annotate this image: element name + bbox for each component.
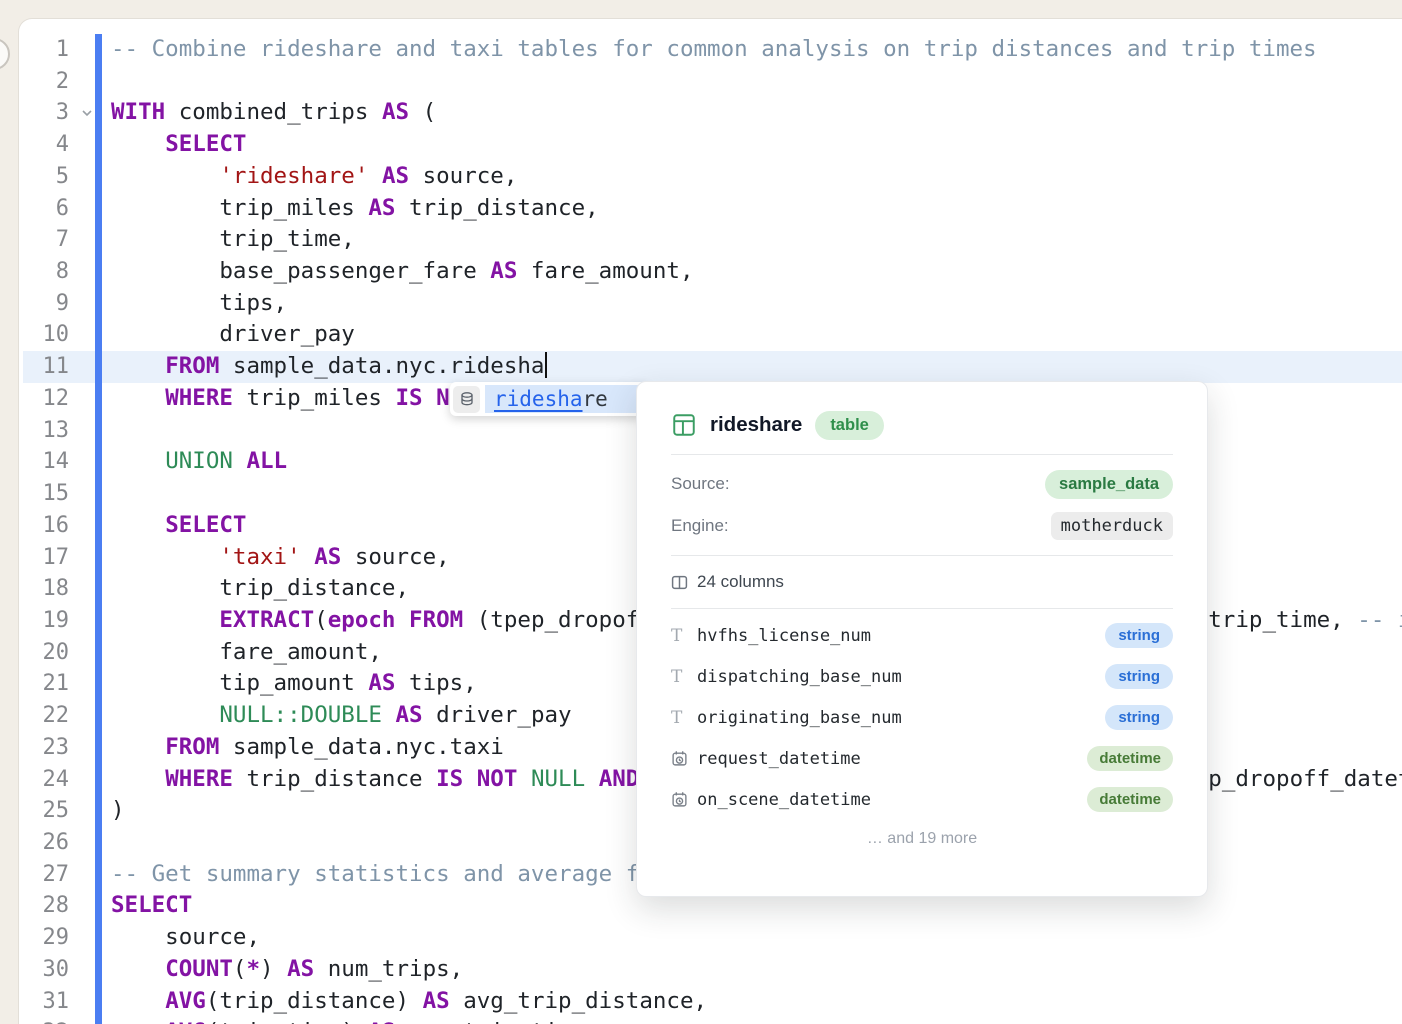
line-number: 8 <box>19 256 69 288</box>
column-type-badge: datetime <box>1087 787 1173 812</box>
code-line[interactable]: -- Combine rideshare and taxi tables for… <box>111 34 1402 66</box>
text-type-icon: T <box>671 626 682 646</box>
source-row: Source: sample_data <box>671 463 1173 505</box>
line-number: 7 <box>19 224 69 256</box>
column-name: request_datetime <box>697 749 1087 769</box>
source-badge: sample_data <box>1045 470 1173 499</box>
column-row: request_datetimedatetime <box>671 738 1173 779</box>
code-line[interactable]: tips, <box>111 288 1402 320</box>
line-number: 27 <box>19 859 69 891</box>
text-type-icon: T <box>671 708 682 728</box>
autocomplete-dropdown: rideshare <box>450 382 648 416</box>
line-number: 23 <box>19 732 69 764</box>
code-line[interactable]: 'rideshare' AS source, <box>111 161 1402 193</box>
line-number: 13 <box>19 415 69 447</box>
line-number: 1 <box>19 34 69 66</box>
columns-icon <box>671 574 688 591</box>
table-info-card: rideshare table Source: sample_data Engi… <box>636 381 1208 897</box>
line-number: 21 <box>19 668 69 700</box>
line-number: 22 <box>19 700 69 732</box>
engine-badge: motherduck <box>1051 512 1173 540</box>
column-row: Tdispatching_base_numstring <box>671 656 1173 697</box>
text-type-icon: T <box>671 667 682 687</box>
code-line[interactable]: AVG(trip_time) AS avg_trip_time, <box>111 1017 1402 1024</box>
code-line[interactable]: source, <box>111 922 1402 954</box>
line-number: 18 <box>19 573 69 605</box>
code-line[interactable] <box>111 66 1402 98</box>
datetime-icon <box>671 750 688 767</box>
line-number: 14 <box>19 446 69 478</box>
line-number: 28 <box>19 890 69 922</box>
table-card-header: rideshare table <box>671 396 1173 454</box>
database-icon <box>453 386 480 413</box>
line-number: 31 <box>19 986 69 1018</box>
column-row: Thvfhs_license_numstring <box>671 615 1173 656</box>
line-number: 2 <box>19 66 69 98</box>
code-line[interactable]: SELECT <box>111 129 1402 161</box>
line-number: 20 <box>19 637 69 669</box>
object-type-badge: table <box>815 411 884 440</box>
line-number: 25 <box>19 795 69 827</box>
code-line[interactable]: trip_time, <box>111 224 1402 256</box>
line-number: 9 <box>19 288 69 320</box>
fold-chevron-icon[interactable] <box>77 97 97 129</box>
code-line[interactable]: WITH combined_trips AS ( <box>111 97 1402 129</box>
line-number: 6 <box>19 193 69 225</box>
autocomplete-rest-text: re <box>583 387 608 411</box>
line-number: 16 <box>19 510 69 542</box>
statement-accent-bar <box>95 34 102 1024</box>
code-line[interactable]: trip_miles AS trip_distance, <box>111 193 1402 225</box>
line-number: 24 <box>19 764 69 796</box>
table-icon <box>671 412 697 438</box>
more-columns-text: … and 19 more <box>671 830 1173 848</box>
columns-summary: 24 columns <box>671 556 1173 608</box>
code-line[interactable]: COUNT(*) AS num_trips, <box>111 954 1402 986</box>
column-list: Thvfhs_license_numstringTdispatching_bas… <box>671 609 1173 820</box>
line-number: 12 <box>19 383 69 415</box>
column-type-badge: datetime <box>1087 746 1173 771</box>
column-name: on_scene_datetime <box>697 790 1087 810</box>
table-name: rideshare <box>710 413 802 437</box>
line-number: 3 <box>19 97 69 129</box>
autocomplete-item-rideshare[interactable]: rideshare <box>485 385 645 413</box>
columns-count-text: 24 columns <box>697 572 784 592</box>
datetime-icon <box>671 791 688 808</box>
source-label: Source: <box>671 474 730 494</box>
line-number: 5 <box>19 161 69 193</box>
code-line[interactable]: FROM sample_data.nyc.ridesha <box>111 351 1402 383</box>
column-row: on_scene_datetimedatetime <box>671 779 1173 820</box>
column-type-badge: string <box>1105 664 1173 689</box>
code-line[interactable]: driver_pay <box>111 319 1402 351</box>
column-type-badge: string <box>1105 705 1173 730</box>
line-number: 11 <box>19 351 69 383</box>
line-number-gutter: 1234567891011121314151617181920212223242… <box>19 34 69 1024</box>
code-line[interactable]: AVG(trip_distance) AS avg_trip_distance, <box>111 986 1402 1018</box>
line-number: 29 <box>19 922 69 954</box>
column-name: hvfhs_license_num <box>697 626 1105 646</box>
engine-row: Engine: motherduck <box>671 505 1173 547</box>
text-cursor <box>545 352 547 378</box>
column-type-badge: string <box>1105 623 1173 648</box>
line-number: 10 <box>19 319 69 351</box>
line-number: 15 <box>19 478 69 510</box>
line-number: 26 <box>19 827 69 859</box>
line-number: 19 <box>19 605 69 637</box>
column-row: Toriginating_base_numstring <box>671 697 1173 738</box>
column-name: originating_base_num <box>697 708 1105 728</box>
autocomplete-match-text: ridesha <box>494 387 583 411</box>
line-number: 17 <box>19 542 69 574</box>
line-number: 4 <box>19 129 69 161</box>
engine-label: Engine: <box>671 516 729 536</box>
column-name: dispatching_base_num <box>697 667 1105 687</box>
line-number: 32 <box>19 1017 69 1024</box>
code-line[interactable]: base_passenger_fare AS fare_amount, <box>111 256 1402 288</box>
edge-partial-button[interactable] <box>0 38 10 70</box>
line-number: 30 <box>19 954 69 986</box>
